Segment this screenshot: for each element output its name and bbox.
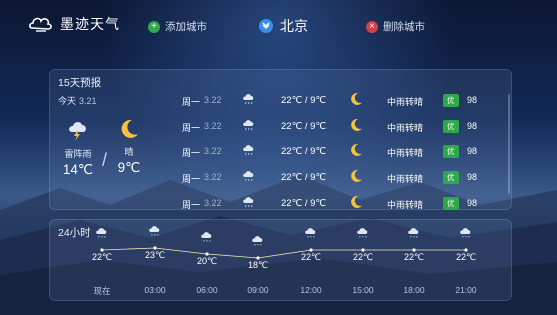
hourly-time: 12:00	[300, 285, 322, 295]
hourly-weather-icon	[343, 225, 383, 243]
hourly-temp: 22℃	[352, 252, 374, 262]
hourly-time: 06:00	[196, 285, 218, 295]
hourly-time: 03:00	[144, 285, 166, 295]
hourly-weather-icon	[238, 233, 278, 251]
hourly-weather-icon	[446, 225, 486, 243]
hourly-weather-icon	[82, 225, 122, 243]
hourly-temp: 22℃	[455, 252, 477, 262]
hourly-temp: 18℃	[247, 260, 269, 270]
hourly-temp: 22℃	[300, 252, 322, 262]
hourly-weather-icon	[394, 225, 434, 243]
hourly-weather-icon	[187, 229, 227, 247]
hourly-temp: 22℃	[91, 252, 113, 262]
hourly-temp: 23℃	[144, 250, 166, 260]
hourly-time: 18:00	[403, 285, 425, 295]
hourly-time: 09:00	[247, 285, 269, 295]
hourly-temp: 22℃	[403, 252, 425, 262]
hourly-time: 21:00	[455, 285, 477, 295]
hourly-time: 15:00	[352, 285, 374, 295]
hourly-temp: 20℃	[196, 256, 218, 266]
hourly-weather-icon	[135, 223, 175, 241]
hourly-temperature-line	[100, 246, 468, 260]
hourly-time: 现在	[93, 286, 111, 296]
hourly-weather-icon	[291, 225, 331, 243]
